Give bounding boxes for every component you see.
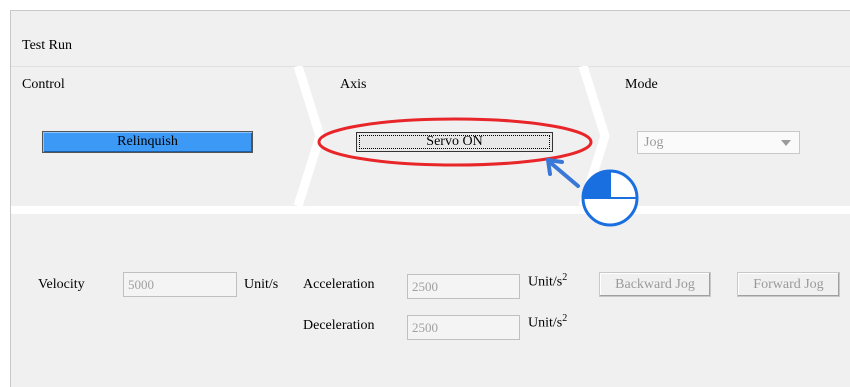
deceleration-unit-exp: 2 bbox=[562, 313, 568, 324]
acceleration-label: Acceleration bbox=[303, 277, 375, 292]
acceleration-unit-exp: 2 bbox=[562, 272, 568, 283]
backward-jog-button[interactable]: Backward Jog bbox=[599, 272, 711, 297]
deceleration-label: Deceleration bbox=[303, 318, 375, 333]
acceleration-input[interactable]: 2500 bbox=[407, 274, 520, 299]
axis-label: Axis bbox=[340, 77, 367, 92]
panel-title: Test Run bbox=[22, 38, 72, 53]
velocity-unit: Unit/s bbox=[244, 277, 279, 292]
deceleration-input[interactable]: 2500 bbox=[407, 315, 520, 340]
velocity-label: Velocity bbox=[38, 277, 85, 292]
forward-jog-button[interactable]: Forward Jog bbox=[737, 272, 840, 297]
relinquish-button[interactable]: Relinquish bbox=[42, 131, 253, 153]
servo-on-button[interactable]: Servo ON bbox=[356, 132, 553, 152]
mode-select-value: Jog bbox=[644, 135, 664, 150]
section-divider bbox=[11, 206, 850, 214]
mode-select[interactable]: Jog bbox=[637, 131, 800, 154]
velocity-input[interactable]: 5000 bbox=[123, 272, 237, 297]
acceleration-unit: Unit/s2 bbox=[528, 272, 567, 291]
deceleration-unit: Unit/s2 bbox=[528, 313, 567, 332]
chevron-down-icon bbox=[781, 140, 791, 146]
mode-label: Mode bbox=[625, 77, 658, 92]
control-label: Control bbox=[22, 77, 65, 92]
acceleration-unit-base: Unit/s bbox=[528, 274, 563, 290]
deceleration-unit-base: Unit/s bbox=[528, 315, 563, 331]
